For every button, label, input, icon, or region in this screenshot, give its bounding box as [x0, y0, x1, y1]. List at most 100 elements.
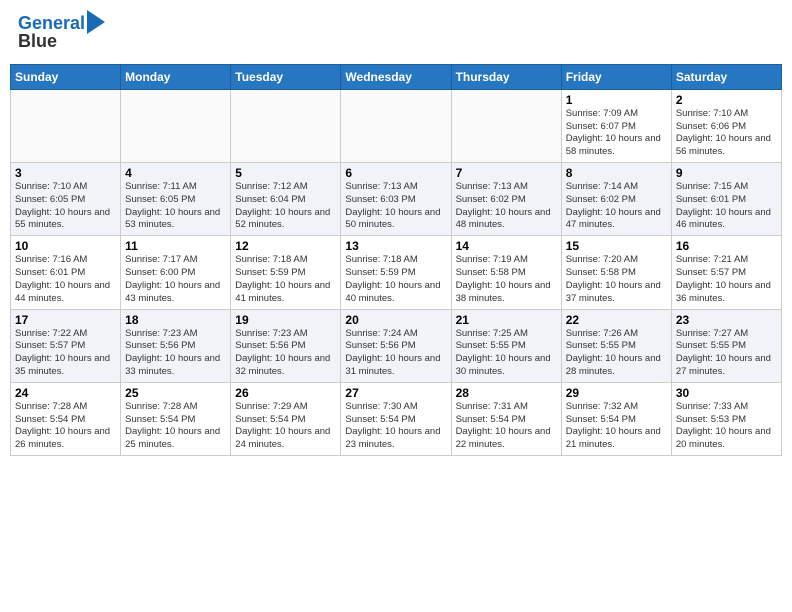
calendar-cell: 30Sunrise: 7:33 AM Sunset: 5:53 PM Dayli… — [671, 382, 781, 455]
calendar-cell: 27Sunrise: 7:30 AM Sunset: 5:54 PM Dayli… — [341, 382, 451, 455]
weekday-header-wednesday: Wednesday — [341, 64, 451, 89]
calendar-cell: 29Sunrise: 7:32 AM Sunset: 5:54 PM Dayli… — [561, 382, 671, 455]
day-number: 21 — [456, 313, 557, 327]
day-number: 6 — [345, 166, 446, 180]
calendar-table: SundayMondayTuesdayWednesdayThursdayFrid… — [10, 64, 782, 456]
weekday-header-thursday: Thursday — [451, 64, 561, 89]
calendar-cell: 17Sunrise: 7:22 AM Sunset: 5:57 PM Dayli… — [11, 309, 121, 382]
day-number: 12 — [235, 239, 336, 253]
calendar-cell — [341, 89, 451, 162]
calendar-cell: 21Sunrise: 7:25 AM Sunset: 5:55 PM Dayli… — [451, 309, 561, 382]
calendar-cell: 23Sunrise: 7:27 AM Sunset: 5:55 PM Dayli… — [671, 309, 781, 382]
day-info: Sunrise: 7:10 AM Sunset: 6:05 PM Dayligh… — [15, 181, 116, 232]
day-info: Sunrise: 7:26 AM Sunset: 5:55 PM Dayligh… — [566, 328, 667, 379]
day-number: 25 — [125, 386, 226, 400]
calendar-cell — [231, 89, 341, 162]
day-number: 14 — [456, 239, 557, 253]
day-info: Sunrise: 7:11 AM Sunset: 6:05 PM Dayligh… — [125, 181, 226, 232]
week-row-4: 17Sunrise: 7:22 AM Sunset: 5:57 PM Dayli… — [11, 309, 782, 382]
day-number: 15 — [566, 239, 667, 253]
week-row-3: 10Sunrise: 7:16 AM Sunset: 6:01 PM Dayli… — [11, 236, 782, 309]
day-info: Sunrise: 7:28 AM Sunset: 5:54 PM Dayligh… — [15, 401, 116, 452]
day-info: Sunrise: 7:10 AM Sunset: 6:06 PM Dayligh… — [676, 108, 777, 159]
day-info: Sunrise: 7:33 AM Sunset: 5:53 PM Dayligh… — [676, 401, 777, 452]
day-number: 3 — [15, 166, 116, 180]
day-info: Sunrise: 7:13 AM Sunset: 6:03 PM Dayligh… — [345, 181, 446, 232]
day-number: 11 — [125, 239, 226, 253]
weekday-header-row: SundayMondayTuesdayWednesdayThursdayFrid… — [11, 64, 782, 89]
day-info: Sunrise: 7:31 AM Sunset: 5:54 PM Dayligh… — [456, 401, 557, 452]
day-number: 5 — [235, 166, 336, 180]
day-info: Sunrise: 7:18 AM Sunset: 5:59 PM Dayligh… — [235, 254, 336, 305]
calendar-cell: 8Sunrise: 7:14 AM Sunset: 6:02 PM Daylig… — [561, 163, 671, 236]
calendar-cell: 3Sunrise: 7:10 AM Sunset: 6:05 PM Daylig… — [11, 163, 121, 236]
calendar-cell: 22Sunrise: 7:26 AM Sunset: 5:55 PM Dayli… — [561, 309, 671, 382]
day-number: 20 — [345, 313, 446, 327]
day-info: Sunrise: 7:17 AM Sunset: 6:00 PM Dayligh… — [125, 254, 226, 305]
day-info: Sunrise: 7:22 AM Sunset: 5:57 PM Dayligh… — [15, 328, 116, 379]
day-info: Sunrise: 7:23 AM Sunset: 5:56 PM Dayligh… — [125, 328, 226, 379]
calendar-cell: 15Sunrise: 7:20 AM Sunset: 5:58 PM Dayli… — [561, 236, 671, 309]
day-info: Sunrise: 7:24 AM Sunset: 5:56 PM Dayligh… — [345, 328, 446, 379]
day-info: Sunrise: 7:13 AM Sunset: 6:02 PM Dayligh… — [456, 181, 557, 232]
day-info: Sunrise: 7:15 AM Sunset: 6:01 PM Dayligh… — [676, 181, 777, 232]
day-info: Sunrise: 7:20 AM Sunset: 5:58 PM Dayligh… — [566, 254, 667, 305]
logo: General Blue — [18, 14, 105, 52]
calendar-cell — [451, 89, 561, 162]
calendar-cell: 1Sunrise: 7:09 AM Sunset: 6:07 PM Daylig… — [561, 89, 671, 162]
day-info: Sunrise: 7:16 AM Sunset: 6:01 PM Dayligh… — [15, 254, 116, 305]
day-number: 19 — [235, 313, 336, 327]
calendar-cell: 2Sunrise: 7:10 AM Sunset: 6:06 PM Daylig… — [671, 89, 781, 162]
logo-arrow-icon — [87, 10, 105, 34]
day-number: 9 — [676, 166, 777, 180]
weekday-header-sunday: Sunday — [11, 64, 121, 89]
calendar-cell — [11, 89, 121, 162]
calendar-cell: 10Sunrise: 7:16 AM Sunset: 6:01 PM Dayli… — [11, 236, 121, 309]
day-info: Sunrise: 7:14 AM Sunset: 6:02 PM Dayligh… — [566, 181, 667, 232]
day-number: 29 — [566, 386, 667, 400]
calendar-cell: 16Sunrise: 7:21 AM Sunset: 5:57 PM Dayli… — [671, 236, 781, 309]
weekday-header-monday: Monday — [121, 64, 231, 89]
day-number: 13 — [345, 239, 446, 253]
weekday-header-saturday: Saturday — [671, 64, 781, 89]
day-number: 4 — [125, 166, 226, 180]
day-number: 10 — [15, 239, 116, 253]
day-number: 16 — [676, 239, 777, 253]
day-number: 30 — [676, 386, 777, 400]
day-info: Sunrise: 7:27 AM Sunset: 5:55 PM Dayligh… — [676, 328, 777, 379]
day-number: 22 — [566, 313, 667, 327]
calendar-cell: 20Sunrise: 7:24 AM Sunset: 5:56 PM Dayli… — [341, 309, 451, 382]
day-info: Sunrise: 7:19 AM Sunset: 5:58 PM Dayligh… — [456, 254, 557, 305]
day-number: 7 — [456, 166, 557, 180]
day-info: Sunrise: 7:32 AM Sunset: 5:54 PM Dayligh… — [566, 401, 667, 452]
week-row-5: 24Sunrise: 7:28 AM Sunset: 5:54 PM Dayli… — [11, 382, 782, 455]
calendar-cell: 7Sunrise: 7:13 AM Sunset: 6:02 PM Daylig… — [451, 163, 561, 236]
day-info: Sunrise: 7:18 AM Sunset: 5:59 PM Dayligh… — [345, 254, 446, 305]
day-info: Sunrise: 7:23 AM Sunset: 5:56 PM Dayligh… — [235, 328, 336, 379]
day-info: Sunrise: 7:30 AM Sunset: 5:54 PM Dayligh… — [345, 401, 446, 452]
calendar-cell: 26Sunrise: 7:29 AM Sunset: 5:54 PM Dayli… — [231, 382, 341, 455]
day-info: Sunrise: 7:29 AM Sunset: 5:54 PM Dayligh… — [235, 401, 336, 452]
calendar-cell: 5Sunrise: 7:12 AM Sunset: 6:04 PM Daylig… — [231, 163, 341, 236]
day-number: 23 — [676, 313, 777, 327]
calendar-cell: 13Sunrise: 7:18 AM Sunset: 5:59 PM Dayli… — [341, 236, 451, 309]
weekday-header-friday: Friday — [561, 64, 671, 89]
day-number: 18 — [125, 313, 226, 327]
calendar-cell: 9Sunrise: 7:15 AM Sunset: 6:01 PM Daylig… — [671, 163, 781, 236]
day-info: Sunrise: 7:25 AM Sunset: 5:55 PM Dayligh… — [456, 328, 557, 379]
calendar-cell: 14Sunrise: 7:19 AM Sunset: 5:58 PM Dayli… — [451, 236, 561, 309]
day-info: Sunrise: 7:12 AM Sunset: 6:04 PM Dayligh… — [235, 181, 336, 232]
day-number: 28 — [456, 386, 557, 400]
week-row-2: 3Sunrise: 7:10 AM Sunset: 6:05 PM Daylig… — [11, 163, 782, 236]
weekday-header-tuesday: Tuesday — [231, 64, 341, 89]
day-number: 8 — [566, 166, 667, 180]
day-number: 24 — [15, 386, 116, 400]
day-info: Sunrise: 7:21 AM Sunset: 5:57 PM Dayligh… — [676, 254, 777, 305]
calendar-cell: 25Sunrise: 7:28 AM Sunset: 5:54 PM Dayli… — [121, 382, 231, 455]
week-row-1: 1Sunrise: 7:09 AM Sunset: 6:07 PM Daylig… — [11, 89, 782, 162]
calendar-cell: 19Sunrise: 7:23 AM Sunset: 5:56 PM Dayli… — [231, 309, 341, 382]
calendar-cell: 6Sunrise: 7:13 AM Sunset: 6:03 PM Daylig… — [341, 163, 451, 236]
calendar-cell: 24Sunrise: 7:28 AM Sunset: 5:54 PM Dayli… — [11, 382, 121, 455]
day-number: 26 — [235, 386, 336, 400]
calendar-cell: 4Sunrise: 7:11 AM Sunset: 6:05 PM Daylig… — [121, 163, 231, 236]
